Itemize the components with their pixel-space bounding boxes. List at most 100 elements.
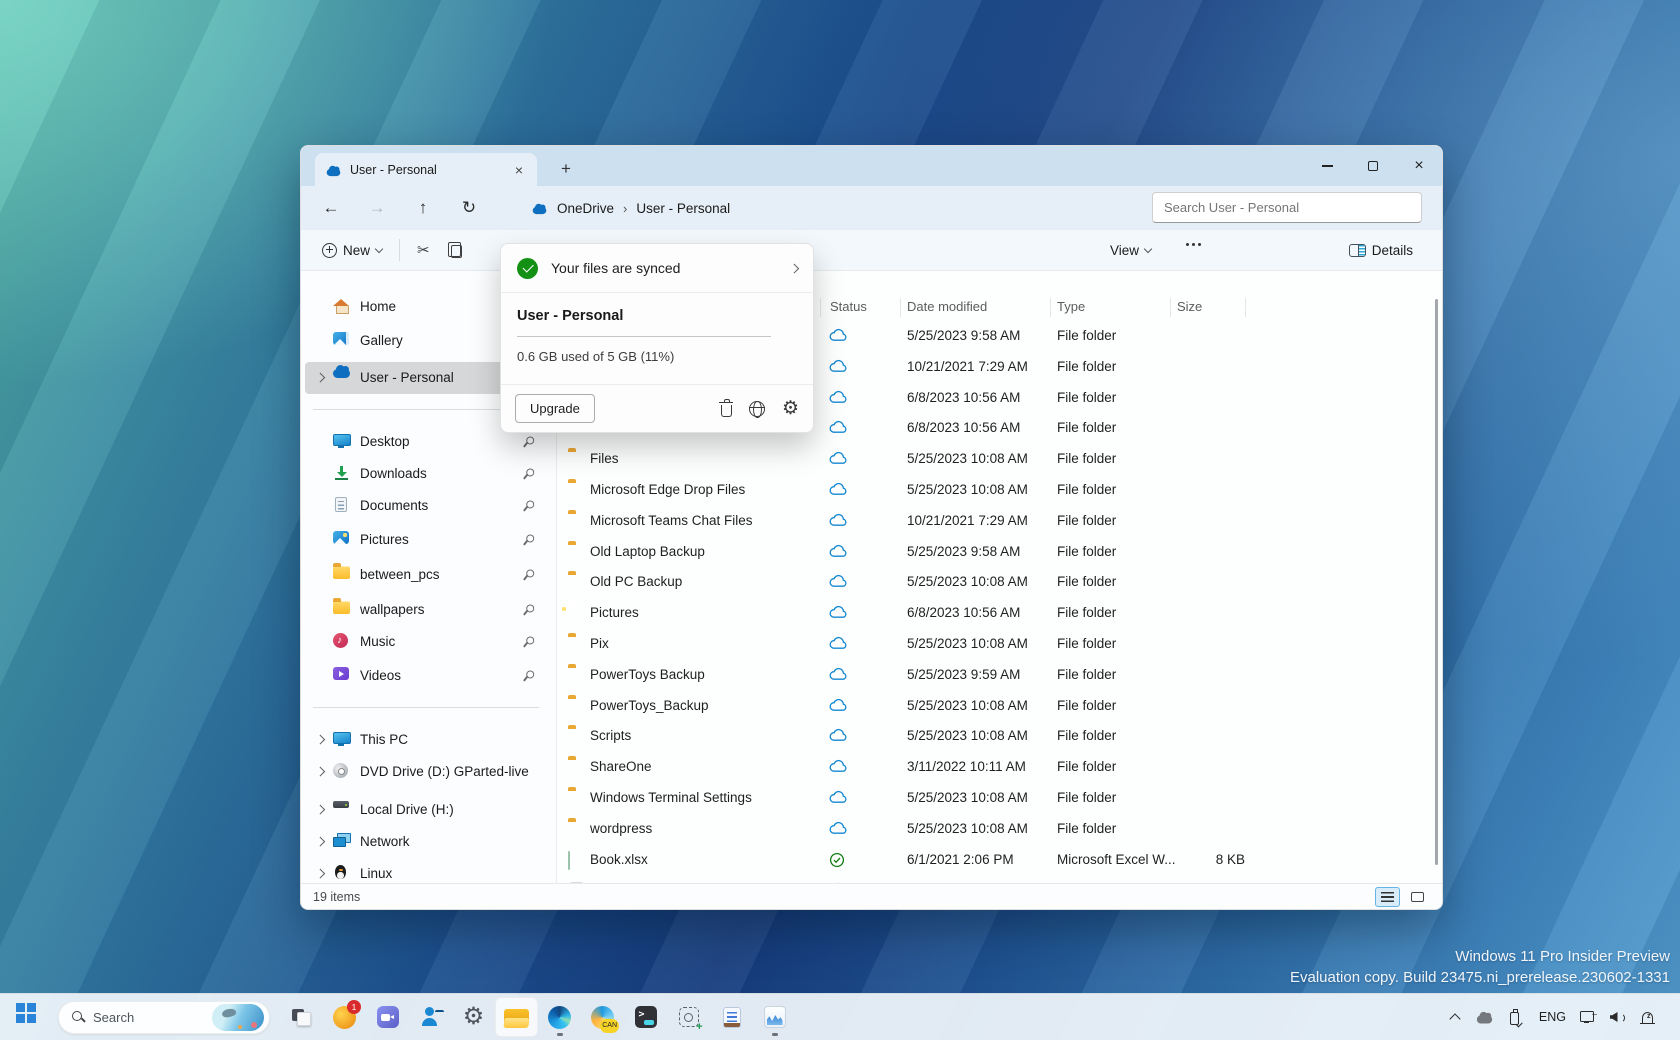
expand-chevron-icon[interactable] [316, 837, 325, 846]
column-divider[interactable] [820, 298, 821, 317]
sidebar-item[interactable]: wallpapers [305, 594, 547, 626]
file-row[interactable]: ShareOne 3/11/2022 10:11 AM File fol [557, 752, 1442, 783]
notepad[interactable] [710, 997, 753, 1037]
sidebar-item[interactable]: DVD Drive (D:) GParted-live [305, 756, 547, 788]
sidebar-item[interactable]: Local Drive (H:) [305, 794, 547, 826]
file-row[interactable]: PowerToys Backup 5/25/2023 9:59 AM F [557, 660, 1442, 691]
more-options-button[interactable] [1177, 238, 1210, 251]
people[interactable] [409, 997, 452, 1037]
settings-gear-icon[interactable] [782, 399, 799, 419]
refresh-button[interactable]: ↻ [451, 192, 487, 224]
column-header-size[interactable]: Size [1177, 299, 1202, 314]
file-row[interactable]: Windows Terminal Settings 5/25/2023 10:0… [557, 783, 1442, 814]
expand-chevron-icon[interactable] [316, 373, 325, 382]
tray-volume[interactable] [1604, 999, 1630, 1035]
file-explorer[interactable] [495, 997, 538, 1037]
column-divider[interactable] [1245, 298, 1246, 317]
file-row[interactable]: Files 5/25/2023 10:08 AM File folder [557, 444, 1442, 475]
tab-user-personal[interactable]: User - Personal × [315, 153, 537, 186]
file-row[interactable]: Microsoft Edge Drop Files 5/25/2023 10:0… [557, 475, 1442, 506]
expand-chevron-icon[interactable] [316, 767, 325, 776]
cut-button[interactable]: ✂ [408, 236, 439, 264]
chat[interactable] [366, 997, 409, 1037]
copy-button[interactable] [439, 237, 471, 263]
file-row[interactable]: Pix 5/25/2023 10:08 AM File folder [557, 629, 1442, 660]
file-row[interactable]: Book.xlsx 6/1/2021 2:06 PM Microsoft [557, 845, 1442, 876]
new-button[interactable]: New [313, 238, 391, 263]
expand-chevron-icon[interactable] [316, 805, 325, 814]
file-date-modified: 10/21/2021 7:29 AM [907, 513, 1028, 528]
taskbar-search-input[interactable] [85, 1010, 212, 1025]
taskbar-search[interactable] [58, 1001, 270, 1034]
snipping-tool[interactable] [667, 997, 710, 1037]
desktop: Windows 11 Pro Insider Preview Evaluatio… [0, 0, 1680, 1040]
file-row[interactable]: Old Laptop Backup 5/25/2023 9:58 AM [557, 537, 1442, 568]
minimize-button[interactable] [1304, 146, 1350, 186]
column-header-status[interactable]: Status [830, 299, 867, 314]
vertical-scrollbar[interactable] [1435, 299, 1438, 865]
expand-chevron-icon[interactable] [316, 735, 325, 744]
file-type: File folder [1057, 451, 1116, 466]
explorer-search-input[interactable] [1152, 192, 1422, 223]
file-row[interactable]: wordpress 5/25/2023 10:08 AM File fo [557, 814, 1442, 845]
tray-usb[interactable] [1502, 999, 1528, 1035]
details-view-toggle[interactable] [1375, 887, 1400, 907]
search-highlight-image[interactable] [212, 1004, 264, 1031]
sidebar-item[interactable]: Pictures [305, 524, 547, 556]
app-icon [764, 1006, 786, 1028]
sidebar-item[interactable]: Documents [305, 490, 547, 522]
widgets[interactable]: 1 [323, 997, 366, 1037]
edge-canary[interactable]: CAN [581, 997, 624, 1037]
file-row[interactable]: PowerToys_Backup 5/25/2023 10:08 AM [557, 691, 1442, 722]
start-button[interactable] [12, 999, 48, 1035]
task-view[interactable] [280, 997, 323, 1037]
sidebar-item[interactable]: Downloads [305, 458, 547, 490]
details-pane-button[interactable]: Details [1340, 238, 1422, 263]
view-button[interactable]: View [1101, 238, 1160, 263]
sidebar-item[interactable]: Network [305, 826, 547, 858]
file-row[interactable] [557, 875, 1442, 883]
tray-language[interactable]: ENG [1532, 999, 1570, 1035]
edge[interactable] [538, 997, 581, 1037]
file-row[interactable]: Scripts 5/25/2023 10:08 AM File fold [557, 721, 1442, 752]
view-online-icon[interactable] [749, 401, 765, 417]
breadcrumb-onedrive[interactable]: OneDrive [557, 201, 614, 216]
file-row[interactable]: Old PC Backup 5/25/2023 10:08 AM Fil [557, 567, 1442, 598]
back-button[interactable]: ← [313, 192, 349, 224]
recycle-bin-icon[interactable] [721, 405, 732, 417]
column-header-date-modified[interactable]: Date modified [907, 299, 987, 314]
tray-bell[interactable] [1634, 999, 1660, 1035]
maximize-button[interactable] [1350, 146, 1396, 186]
close-button[interactable]: × [1396, 146, 1442, 186]
sidebar-item[interactable]: Music [305, 626, 547, 658]
upgrade-button[interactable]: Upgrade [515, 394, 595, 423]
file-icon [568, 851, 570, 870]
tab-close-icon[interactable]: × [511, 162, 527, 178]
new-tab-button[interactable]: + [553, 157, 579, 183]
column-header-type[interactable]: Type [1057, 299, 1085, 314]
sidebar-item[interactable]: between_pcs [305, 559, 547, 591]
up-button[interactable]: ↑ [405, 192, 441, 224]
column-divider[interactable] [900, 298, 901, 317]
tray-network[interactable] [1574, 999, 1600, 1035]
terminal[interactable] [624, 997, 667, 1037]
thumbnail-view-toggle[interactable] [1405, 887, 1430, 907]
tray-chevron[interactable] [1442, 999, 1468, 1035]
sidebar-item[interactable]: This PC [305, 724, 547, 756]
sync-status-text: Your files are synced [551, 260, 680, 276]
sidebar-item[interactable]: Videos [305, 660, 547, 692]
app-icon [420, 1006, 442, 1028]
file-row[interactable]: Pictures 6/8/2023 10:56 AM File fold [557, 598, 1442, 629]
task-manager[interactable] [753, 997, 796, 1037]
forward-button[interactable]: → [359, 192, 395, 224]
expand-chevron-icon[interactable] [316, 869, 325, 878]
column-divider[interactable] [1050, 298, 1051, 317]
sidebar-item[interactable]: Linux [305, 858, 547, 883]
sync-status-row[interactable]: Your files are synced [501, 244, 813, 293]
tray-onedrive[interactable] [1472, 999, 1498, 1035]
column-divider[interactable] [1170, 298, 1171, 317]
sidebar-item[interactable] [305, 692, 547, 724]
settings[interactable] [452, 997, 495, 1037]
breadcrumb-current[interactable]: User - Personal [636, 201, 730, 216]
file-row[interactable]: Microsoft Teams Chat Files 10/21/2021 7:… [557, 506, 1442, 537]
